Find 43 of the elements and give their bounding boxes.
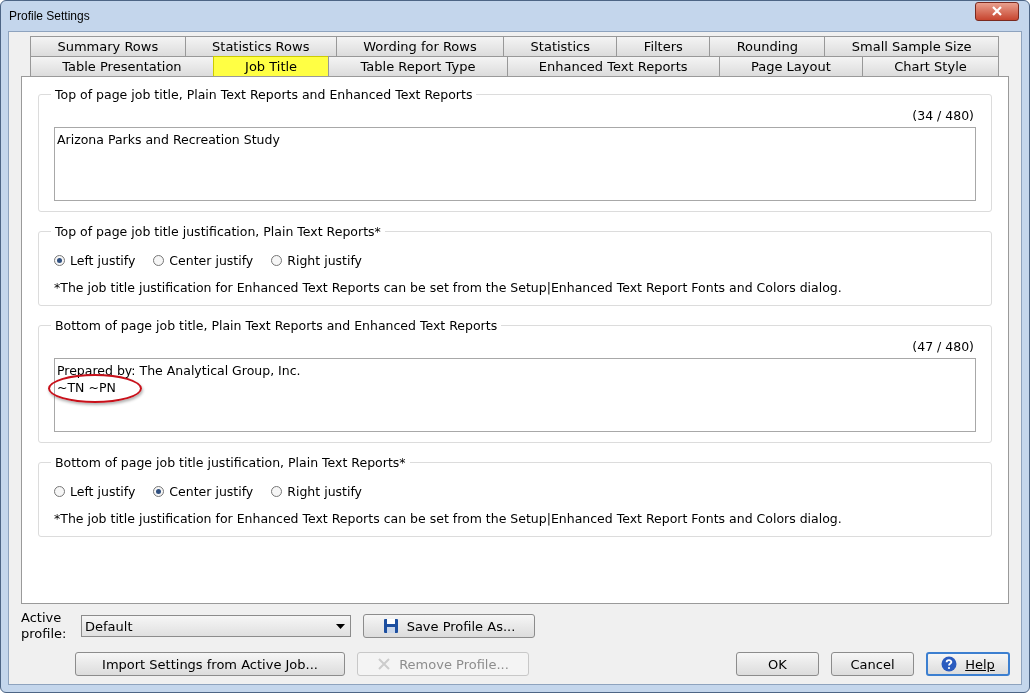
ok-button[interactable]: OK bbox=[736, 652, 819, 676]
group-title: Top of page job title justification, Plain Text Reports* bbox=[54, 224, 382, 239]
active-profile-label: Active profile: bbox=[21, 610, 68, 642]
radio-button[interactable] bbox=[153, 255, 165, 266]
import-settings-button[interactable]: Import Settings from Active Job... bbox=[75, 652, 345, 676]
radio-label[interactable]: Right justify bbox=[287, 253, 362, 268]
note-text: *The job title justification for Enhanced Text Reports can be set from the Setup|Enhanced Text Report Fonts and Colors dialog. bbox=[54, 511, 843, 526]
radio-button[interactable] bbox=[271, 255, 283, 266]
character-count: (34 / 480) bbox=[911, 108, 974, 123]
close-icon bbox=[991, 6, 1003, 16]
tab[interactable]: Enhanced Text Reports bbox=[506, 56, 720, 77]
profile-dropdown[interactable]: Default bbox=[81, 615, 351, 637]
group-title: Bottom of page job title, Plain Text Reports and Enhanced Text Reports bbox=[54, 318, 499, 333]
radio-label[interactable]: Left justify bbox=[70, 484, 136, 499]
note-text: *The job title justification for Enhanced Text Reports can be set from the Setup|Enhanced Text Report Fonts and Colors dialog. bbox=[54, 280, 843, 295]
tab[interactable]: Table Report Type bbox=[328, 56, 508, 77]
radio-button[interactable] bbox=[54, 486, 65, 497]
tab[interactable]: Chart Style bbox=[862, 56, 999, 77]
close-button[interactable] bbox=[975, 1, 1019, 21]
tab[interactable]: Rounding bbox=[709, 36, 826, 57]
radio-label[interactable]: Center justify bbox=[169, 484, 254, 499]
tab[interactable]: Filters bbox=[616, 36, 711, 57]
caret-icon bbox=[336, 623, 345, 629]
radio-button[interactable] bbox=[153, 486, 165, 497]
input-field[interactable]: Arizona Parks and Recreation Study bbox=[54, 127, 976, 201]
radio-button[interactable] bbox=[271, 486, 283, 497]
tab[interactable]: Summary Rows bbox=[30, 36, 186, 57]
radio-label[interactable]: Center justify bbox=[169, 253, 254, 268]
radio-label[interactable]: Left justify bbox=[70, 253, 136, 268]
question-mark-icon bbox=[941, 656, 958, 672]
radio-label[interactable]: Right justify bbox=[287, 484, 362, 499]
help-button[interactable]: Help bbox=[926, 652, 1010, 676]
tab[interactable]: Small Sample Size bbox=[824, 36, 999, 57]
tab[interactable]: Table Presentation bbox=[30, 56, 214, 77]
radio-button[interactable] bbox=[54, 255, 65, 266]
cross-icon bbox=[377, 657, 392, 671]
cancel-button[interactable]: Cancel bbox=[831, 652, 914, 676]
save-profile-button[interactable]: Save Profile As... bbox=[363, 614, 535, 638]
group-title: Bottom of page job title justification, Plain Text Reports* bbox=[54, 455, 407, 470]
group-title: Top of page job title, Plain Text Reports and Enhanced Text Reports bbox=[54, 87, 474, 102]
character-count: (47 / 480) bbox=[911, 339, 974, 354]
tab[interactable]: Statistics bbox=[503, 36, 618, 57]
window-title: Profile Settings bbox=[9, 9, 90, 23]
